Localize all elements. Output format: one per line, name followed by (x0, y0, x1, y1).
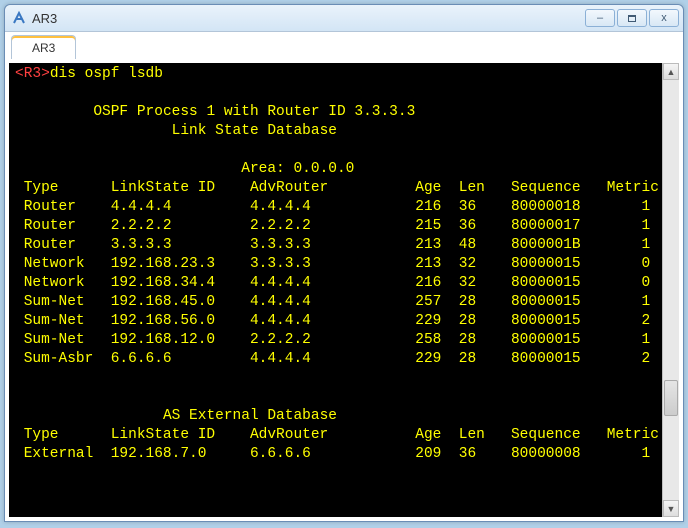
row: Sum-Net 192.168.12.0 2.2.2.2 258 28 8000… (24, 332, 651, 348)
tab-ar3[interactable]: AR3 (11, 35, 76, 59)
row: Sum-Asbr 6.6.6.6 4.4.4.4 229 28 80000015… (24, 351, 651, 367)
row: Sum-Net 192.168.45.0 4.4.4.4 257 28 8000… (24, 294, 651, 310)
scroll-thumb[interactable] (664, 380, 678, 416)
table-header: Type LinkState ID AdvRouter Age Len Sequ… (24, 180, 659, 196)
terminal-output[interactable]: <R3>dis ospf lsdb OSPF Process 1 with Ro… (9, 63, 662, 517)
maximize-button[interactable] (617, 9, 647, 27)
row: Network 192.168.23.3 3.3.3.3 213 32 8000… (24, 256, 651, 272)
row: Network 192.168.34.4 4.4.4.4 216 32 8000… (24, 275, 651, 291)
app-window: AR3 – x AR3 <R3>dis ospf lsdb OSPF Proce… (4, 4, 684, 522)
minimize-button[interactable]: – (585, 9, 615, 27)
tab-strip: AR3 (5, 31, 683, 59)
scroll-up-button[interactable]: ▲ (663, 63, 679, 80)
area-line: Area: 0.0.0.0 (241, 161, 354, 177)
terminal-panel: <R3>dis ospf lsdb OSPF Process 1 with Ro… (5, 59, 683, 521)
app-icon (11, 10, 27, 26)
close-button[interactable]: x (649, 9, 679, 27)
row: Sum-Net 192.168.56.0 4.4.4.4 229 28 8000… (24, 313, 651, 329)
row: Router 2.2.2.2 2.2.2.2 215 36 80000017 1 (24, 218, 651, 234)
vertical-scrollbar[interactable]: ▲ ▼ (662, 63, 679, 517)
tab-label: AR3 (32, 41, 55, 55)
lsdb-title: Link State Database (172, 123, 337, 139)
window-title: AR3 (32, 11, 583, 26)
row: Router 4.4.4.4 4.4.4.4 216 36 80000018 1 (24, 199, 651, 215)
ospf-process-line: OSPF Process 1 with Router ID 3.3.3.3 (93, 104, 415, 120)
command-text: dis ospf lsdb (50, 66, 163, 82)
row: Router 3.3.3.3 3.3.3.3 213 48 8000001B 1 (24, 237, 651, 253)
ext-row: External 192.168.7.0 6.6.6.6 209 36 8000… (24, 446, 651, 462)
ext-db-title: AS External Database (163, 408, 337, 424)
titlebar[interactable]: AR3 – x (5, 5, 683, 31)
prompt-host: <R3> (15, 66, 50, 82)
scroll-down-button[interactable]: ▼ (663, 500, 679, 517)
ext-header: Type LinkState ID AdvRouter Age Len Sequ… (24, 427, 659, 443)
terminal-text: <R3>dis ospf lsdb OSPF Process 1 with Ro… (15, 65, 656, 464)
scroll-track[interactable] (663, 80, 679, 500)
